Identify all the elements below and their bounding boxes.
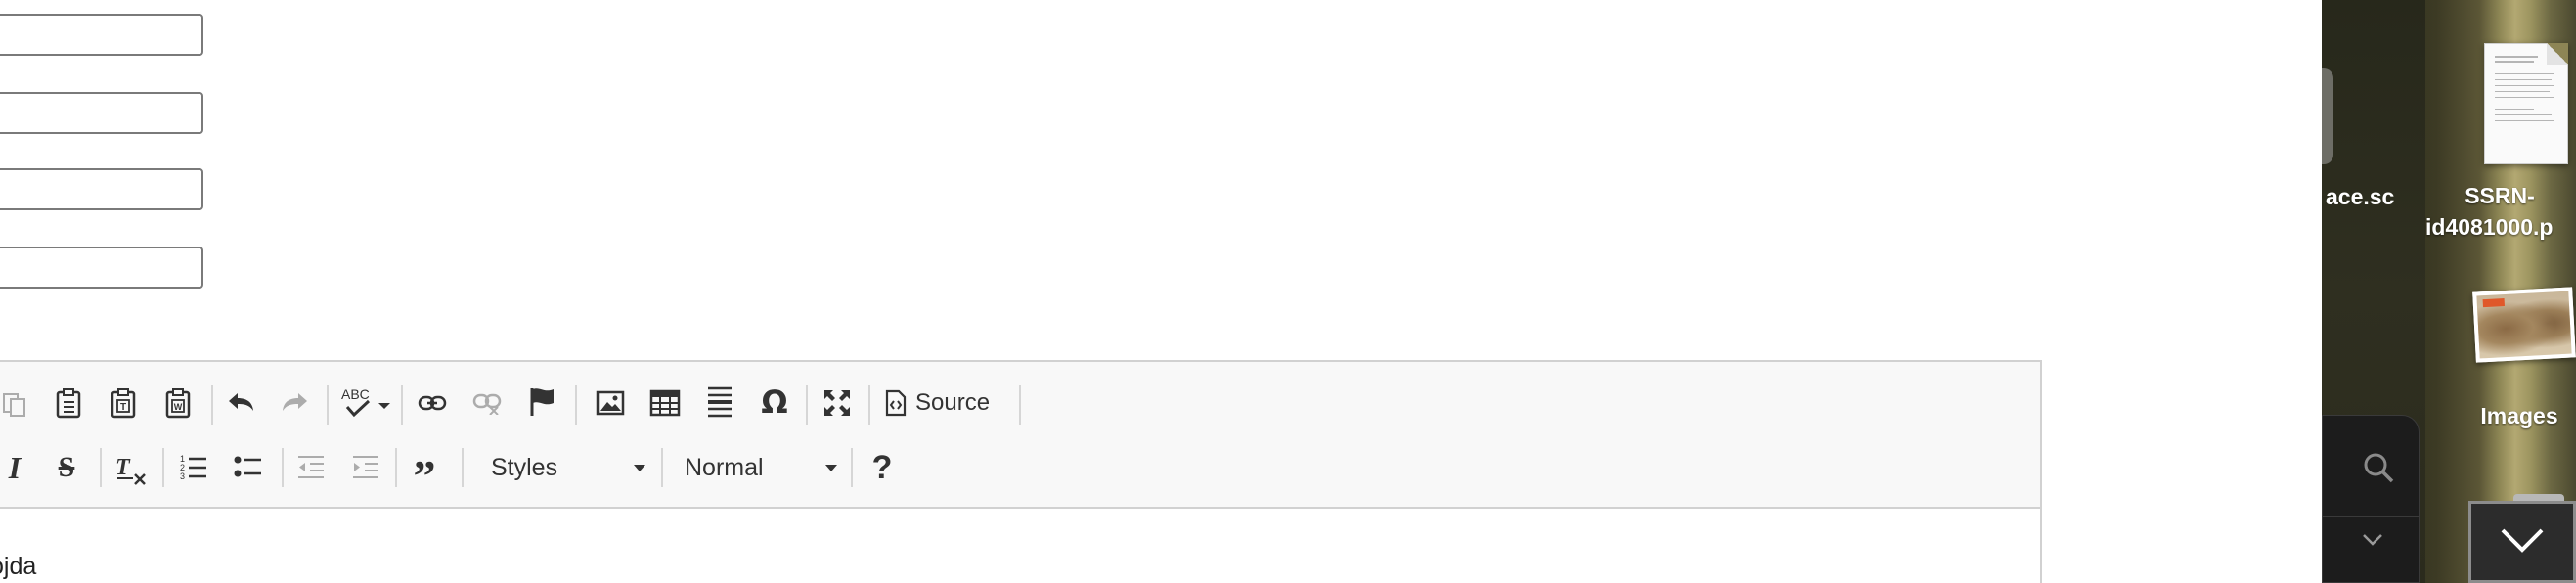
window-edge [2322,68,2333,164]
text-input-4[interactable] [0,247,203,289]
source-button[interactable]: Source [884,383,1011,423]
pdf-file-label-line1[interactable]: SSRN- [2423,180,2576,211]
anchor-flag-icon[interactable] [524,383,559,421]
chevron-down-icon[interactable] [2362,533,2383,552]
svg-text:3: 3 [180,471,185,481]
chevron-down-icon [2499,526,2546,559]
images-folder-icon[interactable] [2472,287,2576,363]
source-icon [884,389,908,417]
help-icon[interactable]: ? [865,449,900,486]
pdf-file-label-line2[interactable]: id4081000.p [2423,211,2576,243]
redo-icon[interactable] [278,385,313,421]
bulleted-list-icon[interactable] [231,450,266,485]
styles-dropdown[interactable]: Styles [475,446,653,489]
chevron-down-icon [825,465,837,471]
text-input-2[interactable] [0,92,203,134]
images-folder-label[interactable]: Images [2423,400,2576,431]
desktop-background: ace.sc SSRN- id4081000.p Images [2322,0,2576,583]
paste-from-word-icon[interactable]: W [160,385,196,421]
svg-text:W: W [174,402,183,412]
table-icon[interactable] [647,385,683,421]
paste-text-icon[interactable]: T [106,385,141,421]
horizontal-line-icon[interactable] [702,383,737,421]
editor-toolbar: T W ABC Ω Source I S T 1 2 3 ” Styles No… [0,362,2040,509]
paste-icon[interactable] [51,385,86,421]
svg-text:T: T [115,455,131,480]
strikethrough-icon[interactable]: S [49,450,84,485]
increase-indent-icon[interactable] [348,450,383,485]
special-char-omega-icon[interactable]: Ω [757,383,792,421]
desktop-file-label-partial[interactable]: ace.sc [2326,184,2394,210]
undo-icon[interactable] [223,385,258,421]
image-icon[interactable] [593,385,628,421]
pdf-document-icon[interactable] [2484,43,2568,164]
blockquote-icon[interactable]: ” [407,450,442,499]
remove-format-icon[interactable]: T [111,450,151,489]
styles-label: Styles [491,453,558,481]
editor-content-text[interactable]: ojda [0,553,36,581]
decrease-indent-icon[interactable] [293,450,329,485]
svg-text:T: T [120,402,126,413]
format-dropdown[interactable]: Normal [665,446,845,489]
text-input-1[interactable] [0,14,203,56]
search-icon[interactable] [2362,451,2395,489]
chevron-down-icon [634,465,645,471]
copy-icon[interactable] [0,385,29,421]
text-input-3[interactable] [0,168,203,210]
maximize-icon[interactable] [820,385,855,421]
rich-text-editor[interactable]: T W ABC Ω Source I S T 1 2 3 ” Styles No… [0,360,2042,583]
numbered-list-icon[interactable]: 123 [176,450,211,485]
italic-icon[interactable]: I [0,450,29,485]
collapse-chevron-button[interactable] [2468,501,2576,583]
link-icon[interactable] [415,385,450,421]
spotlight-panel[interactable] [2322,415,2420,583]
unlink-icon[interactable] [469,385,505,421]
format-label: Normal [685,453,764,481]
source-label: Source [915,389,991,416]
svg-text:ABC: ABC [341,386,370,402]
spellcheck-icon[interactable]: ABC [338,383,393,423]
